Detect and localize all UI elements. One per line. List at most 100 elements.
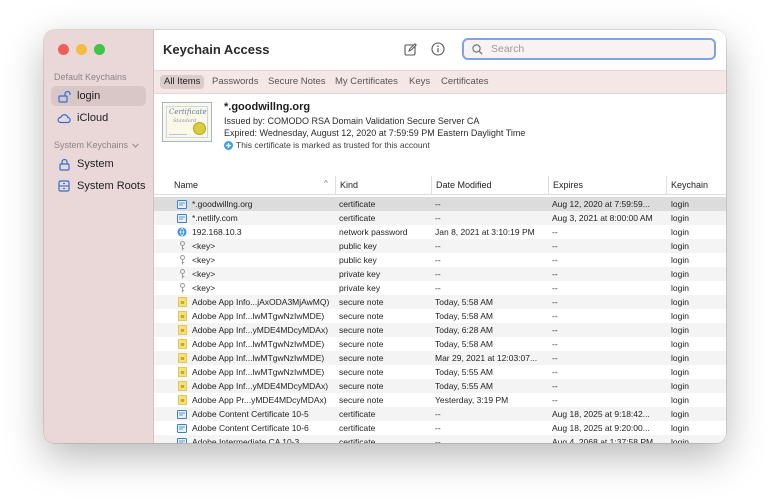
table-row[interactable]: Adobe App Inf...yMDE4MDcyMDAx) secure not…	[154, 379, 726, 393]
sidebar-item-login[interactable]: login	[51, 86, 146, 106]
sidebar-item-system[interactable]: System	[51, 154, 146, 174]
tab-all-items[interactable]: All Items	[160, 75, 205, 89]
cell-date-modified: Today, 5:55 AM	[435, 367, 493, 377]
table-row[interactable]: Adobe Intermediate CA 10-3 certificate -- A…	[154, 435, 726, 443]
cell-date-modified: Today, 5:58 AM	[435, 339, 493, 349]
cell-keychain: login	[671, 241, 689, 251]
unlocked-lock-icon	[57, 89, 71, 103]
cell-keychain: login	[671, 283, 689, 293]
certificate-image-text: Certificate	[169, 108, 207, 116]
table-row[interactable]: Adobe App Pr...yMDE4MDcyMDAx) secure note…	[154, 393, 726, 407]
cell-date-modified: Today, 6:28 AM	[435, 325, 493, 335]
cell-name: <key>	[192, 283, 216, 293]
table-row[interactable]: *.netlify.com certificate -- Aug 3, 2021 at…	[154, 211, 726, 225]
items-table: *.goodwillng.org certificate -- Aug 12, 202…	[154, 197, 726, 443]
cell-kind: public key	[339, 255, 377, 265]
cell-keychain: login	[671, 199, 689, 209]
search-icon	[472, 42, 486, 56]
cell-kind: certificate	[339, 437, 376, 443]
main-pane: Keychain Access All Items Passwords	[154, 30, 726, 443]
tab-passwords[interactable]: Passwords	[208, 75, 262, 89]
cell-keychain: login	[671, 227, 689, 237]
cell-kind: secure note	[339, 367, 384, 377]
table-header: Name ^ Kind Date Modified Expires Keycha…	[154, 176, 726, 195]
sort-ascending-icon[interactable]: ^	[324, 179, 328, 188]
cell-name: Adobe App Inf...lwMTgwNzIwMDE)	[192, 339, 325, 349]
column-header-date-modified[interactable]: Date Modified	[431, 176, 492, 194]
cell-date-modified: Today, 5:58 AM	[435, 311, 493, 321]
table-row[interactable]: 192.168.10.3 network password Jan 8, 2021 …	[154, 225, 726, 239]
cell-expires: --	[552, 311, 558, 321]
new-item-button[interactable]	[402, 41, 418, 57]
minimize-button[interactable]	[76, 44, 87, 55]
table-row[interactable]: <key> public key -- -- login	[154, 253, 726, 267]
search-field[interactable]	[462, 38, 716, 60]
cell-keychain: login	[671, 213, 689, 223]
cell-kind: certificate	[339, 423, 376, 433]
tab-keys[interactable]: Keys	[405, 75, 434, 89]
column-header-keychain[interactable]: Keychain	[666, 176, 708, 194]
cell-expires: --	[552, 395, 558, 405]
table-row[interactable]: Adobe App Inf...yMDE4MDcyMDAx) secure not…	[154, 323, 726, 337]
cell-name: *.goodwillng.org	[192, 199, 253, 209]
table-row[interactable]: <key> private key -- -- login	[154, 267, 726, 281]
cell-expires: --	[552, 283, 558, 293]
cell-keychain: login	[671, 409, 689, 419]
sidebar: Default Keychains login iCloud System Ke…	[44, 30, 154, 443]
tab-my-certificates[interactable]: My Certificates	[331, 75, 402, 89]
sidebar-item-system-roots[interactable]: System Roots	[51, 176, 146, 196]
cell-keychain: login	[671, 367, 689, 377]
app-title: Keychain Access	[163, 42, 270, 57]
table-row[interactable]: Adobe App Info...jAxODA3MjAwMQ) secure no…	[154, 295, 726, 309]
compose-icon	[403, 42, 417, 56]
cell-expires: --	[552, 339, 558, 349]
cell-date-modified: Jan 8, 2021 at 3:10:19 PM	[435, 227, 535, 237]
cell-kind: private key	[339, 269, 381, 279]
note-icon	[177, 339, 187, 349]
cell-date-modified: Today, 5:58 AM	[435, 297, 493, 307]
sidebar-item-label: System	[77, 158, 114, 170]
cell-date-modified: --	[435, 437, 441, 443]
key-icon	[177, 269, 187, 279]
column-header-expires[interactable]: Expires	[548, 176, 583, 194]
info-button[interactable]	[430, 41, 446, 57]
cell-expires: --	[552, 241, 558, 251]
system-keychains-heading[interactable]: System Keychains	[54, 140, 139, 150]
cell-name: <key>	[192, 241, 216, 251]
certificate-icon	[177, 213, 187, 223]
cell-name: Adobe Intermediate CA 10-3	[192, 437, 300, 443]
sidebar-item-label: login	[77, 90, 101, 102]
certificate-name: *.goodwillng.org	[224, 101, 311, 113]
table-row[interactable]: Adobe App Inf...lwMTgwNzIwMDE) secure not…	[154, 351, 726, 365]
cell-date-modified: --	[435, 255, 441, 265]
column-header-kind[interactable]: Kind	[335, 176, 358, 194]
category-tabs: All Items Passwords Secure Notes My Cert…	[154, 70, 726, 94]
note-icon	[177, 381, 187, 391]
search-input[interactable]	[491, 43, 691, 55]
cell-kind: certificate	[339, 199, 376, 209]
tab-secure-notes[interactable]: Secure Notes	[264, 75, 330, 89]
cell-expires: --	[552, 325, 558, 335]
close-button[interactable]	[58, 44, 69, 55]
table-row[interactable]: Adobe Content Certificate 10-6 certificat…	[154, 421, 726, 435]
cell-date-modified: --	[435, 199, 441, 209]
cell-kind: certificate	[339, 409, 376, 419]
table-row[interactable]: *.goodwillng.org certificate -- Aug 12, 202…	[154, 197, 726, 211]
chevron-down-icon	[132, 142, 139, 148]
table-row[interactable]: <key> private key -- -- login	[154, 281, 726, 295]
table-row[interactable]: <key> public key -- -- login	[154, 239, 726, 253]
zoom-button[interactable]	[94, 44, 105, 55]
table-row[interactable]: Adobe App Inf...lwMTgwNzIwMDE) secure not…	[154, 337, 726, 351]
table-row[interactable]: Adobe Content Certificate 10-5 certificat…	[154, 407, 726, 421]
info-icon	[431, 42, 445, 56]
table-row[interactable]: Adobe App Inf...lwMTgwNzIwMDE) secure not…	[154, 309, 726, 323]
cell-date-modified: Today, 5:55 AM	[435, 381, 493, 391]
tab-certificates[interactable]: Certificates	[437, 75, 493, 89]
cell-name: Adobe App Inf...yMDE4MDcyMDAx)	[192, 381, 329, 391]
cell-date-modified: --	[435, 269, 441, 279]
column-header-name[interactable]: Name	[174, 176, 198, 194]
cell-name: Adobe App Inf...lwMTgwNzIwMDE)	[192, 311, 325, 321]
sidebar-item-icloud[interactable]: iCloud	[51, 108, 146, 128]
table-row[interactable]: Adobe App Inf...lwMTgwNzIwMDE) secure not…	[154, 365, 726, 379]
note-icon	[177, 325, 187, 335]
